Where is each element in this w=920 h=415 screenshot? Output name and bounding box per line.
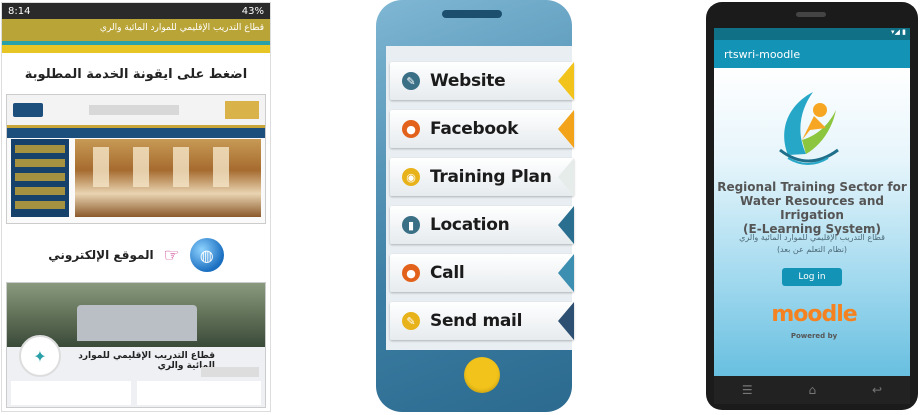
app-header: قطاع التدريب الإقليمي للموارد المائية وا… — [2, 19, 270, 41]
menu-item-ribbon — [558, 206, 574, 244]
menu-item-location[interactable]: ▮ Location — [390, 206, 574, 244]
phone-speaker — [796, 12, 826, 17]
menu-item-facebook[interactable]: ● Facebook — [390, 110, 574, 148]
arabic-line-2: (نظام التعلم عن بعد) — [776, 245, 848, 254]
menu-item-label: Facebook — [430, 119, 519, 139]
arabic-services-screen: 8:14 43% قطاع التدريب الإقليمي للموارد ا… — [1, 2, 271, 412]
facebook-page-name: قطاع التدريب الإقليمي للموارد المائية وا… — [78, 351, 215, 371]
website-thumbnail-nav — [7, 128, 265, 138]
menu-item-label: Location — [430, 215, 510, 235]
organization-logo-icon: ✦ — [19, 335, 61, 377]
menu-item-ribbon — [558, 302, 574, 340]
app-header-title: قطاع التدريب الإقليمي للموارد المائية وا… — [99, 23, 264, 33]
website-thumbnail-sidebar — [11, 139, 69, 217]
menu-item-ribbon — [558, 62, 574, 100]
android-nav-bar: ☰ ⌂ ↩ — [714, 376, 910, 404]
facebook-icon: ● — [402, 120, 420, 138]
website-thumbnail[interactable] — [6, 94, 266, 224]
globe-icon: ◍ — [189, 238, 224, 272]
facebook-thumbnail[interactable]: ✦ قطاع التدريب الإقليمي للموارد المائية … — [6, 282, 266, 408]
instruction-text: اضغط على ايقونة الخدمة المطلوبة — [24, 67, 248, 82]
menu-item-label: Training Plan — [430, 167, 552, 187]
website-thumbnail-photo — [75, 139, 261, 217]
arabic-line-1: قطاع التدريب الإقليمي للموارد المائية وا… — [739, 233, 885, 242]
sector-emblem-icon — [779, 92, 839, 165]
logo-left-icon — [13, 103, 43, 117]
status-battery: 43% — [241, 5, 264, 17]
title-line-1: Regional Training Sector for — [717, 180, 907, 194]
call-icon: ● — [402, 264, 420, 282]
back-icon[interactable]: ↩ — [872, 383, 882, 397]
location-icon: ▮ — [402, 216, 420, 234]
website-link[interactable]: الموقع الإلكتروني ☞ ◍ — [2, 238, 270, 272]
fountain-image — [77, 305, 197, 341]
menu-item-training-plan[interactable]: ◉ Training Plan — [390, 158, 574, 196]
menu-item-ribbon — [558, 254, 574, 292]
title-line-2: Water Resources and Irrigation — [740, 194, 884, 222]
menu-item-label: Website — [430, 71, 506, 91]
website-thumbnail-header — [7, 95, 265, 128]
moodle-site-title: Regional Training Sector for Water Resou… — [716, 180, 908, 236]
send-mail-icon: ✎ — [402, 312, 420, 330]
menu-item-ribbon — [558, 158, 574, 196]
powered-by-label: Powered by — [790, 332, 838, 340]
training-plan-icon: ◉ — [402, 168, 420, 186]
moodle-login-screen: Regional Training Sector for Water Resou… — [714, 68, 910, 376]
menu-item-website[interactable]: ✎ Website — [390, 62, 574, 100]
menu-item-label: Send mail — [430, 311, 523, 331]
header-accent-bar — [2, 45, 270, 53]
home-icon[interactable]: ⌂ — [809, 383, 817, 397]
menu-item-send-mail[interactable]: ✎ Send mail — [390, 302, 574, 340]
app-bar: rtswri-moodle — [714, 40, 910, 68]
phone-notch — [442, 10, 502, 18]
website-link-label: الموقع الإلكتروني — [48, 248, 154, 262]
site-title-bar — [89, 105, 179, 115]
moodle-logo: moodle — [771, 302, 857, 327]
moodle-phone: ▾◢ ▮ rtswri-moodle Regional Training Sec… — [706, 2, 918, 410]
home-button[interactable] — [464, 357, 500, 393]
app-bar-title: rtswri-moodle — [724, 47, 801, 61]
status-time: 8:14 — [8, 5, 31, 17]
menu-item-label: Call — [430, 263, 465, 283]
facebook-create-post-card — [137, 381, 261, 405]
pointer-hand-icon: ☞ — [163, 244, 180, 266]
menu-item-call[interactable]: ● Call — [390, 254, 574, 292]
website-icon: ✎ — [402, 72, 420, 90]
menu-icon[interactable]: ☰ — [742, 383, 753, 397]
login-button[interactable]: Log in — [782, 268, 842, 286]
phone-menu-mockup: ✎ Website ● Facebook ◉ Training Plan ▮ Location… — [376, 0, 576, 415]
facebook-post-card — [11, 381, 131, 405]
logo-right-icon — [225, 101, 259, 119]
menu-item-ribbon — [558, 110, 574, 148]
status-bar: 8:14 43% — [2, 3, 270, 19]
status-bar: ▾◢ ▮ — [714, 28, 910, 40]
arabic-site-title: قطاع التدريب الإقليمي للموارد المائية وا… — [720, 232, 904, 256]
facebook-action-button — [201, 367, 259, 377]
